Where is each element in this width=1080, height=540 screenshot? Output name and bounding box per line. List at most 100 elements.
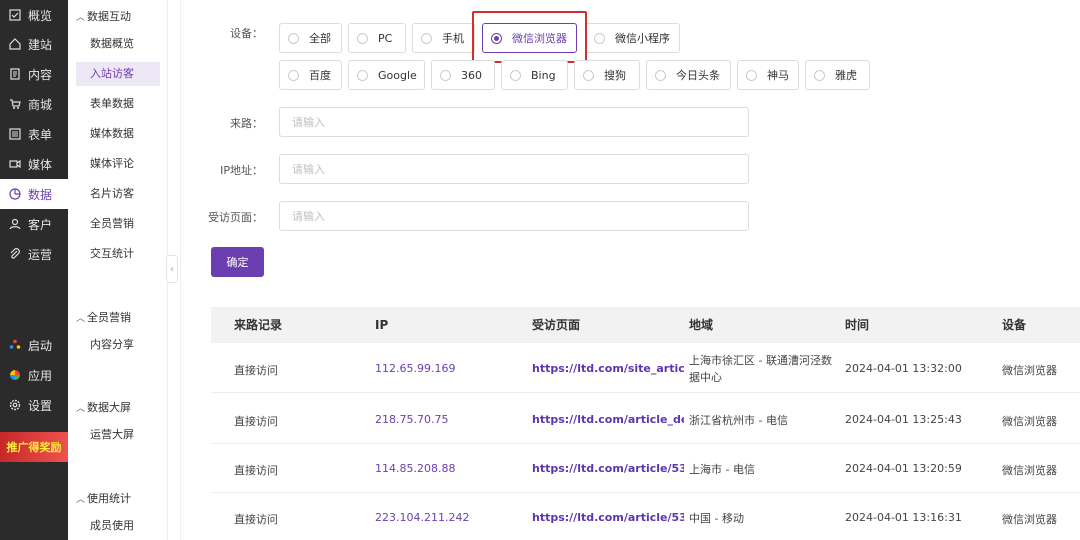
document-icon — [8, 67, 22, 81]
col-header-device[interactable]: 设备 — [1002, 307, 1026, 343]
submenu-item[interactable]: 运营大屏 — [76, 423, 160, 447]
device-radio-baidu[interactable]: 百度 — [279, 60, 342, 90]
cell-page-link[interactable]: https://ltd.com/article/53688 — [532, 462, 684, 475]
radio-label: 全部 — [309, 32, 331, 45]
submenu-group-usage[interactable]: ︿ 使用统计 — [76, 490, 131, 506]
nav-item-mall[interactable]: 商城 — [0, 89, 68, 119]
ip-label: IP地址： — [220, 164, 263, 177]
gear-icon — [8, 398, 22, 412]
radio-label: PC — [378, 31, 393, 45]
submenu-group-data-interaction[interactable]: ︿ 数据互动 — [76, 8, 131, 24]
nav-label: 应用 — [28, 368, 53, 383]
divider — [180, 0, 181, 540]
nav-item-data[interactable]: 数据 — [0, 179, 68, 209]
submenu-item[interactable]: 媒体数据 — [76, 122, 160, 146]
nav-label: 商城 — [28, 97, 53, 112]
cell-ip[interactable]: 218.75.70.75 — [375, 413, 448, 426]
nav-item-site[interactable]: 建站 — [0, 29, 68, 59]
nav-item-apps[interactable]: 应用 — [0, 360, 68, 390]
col-header-page[interactable]: 受访页面 — [532, 307, 580, 343]
device-radio-bing[interactable]: Bing — [501, 60, 568, 90]
radio-label: Google — [378, 68, 417, 82]
nav-item-operation[interactable]: 运营 — [0, 239, 68, 269]
main-nav: 概览 建站 内容 商城 表单 媒体 数据 客户 运营 启动 应用 设置 推广得奖… — [0, 0, 68, 540]
submenu-item[interactable]: 表单数据 — [76, 92, 160, 116]
cell-device: 微信浏览器 — [1002, 415, 1057, 428]
nav-label: 运营 — [28, 247, 53, 262]
submenu-item[interactable]: 内容分享 — [76, 333, 160, 357]
nav-item-customer[interactable]: 客户 — [0, 209, 68, 239]
col-header-region[interactable]: 地域 — [689, 307, 713, 343]
cell-device: 微信浏览器 — [1002, 513, 1057, 526]
chevron-left-icon: ‹ — [170, 263, 174, 275]
nav-item-launch[interactable]: 启动 — [0, 330, 68, 360]
source-input[interactable] — [279, 107, 749, 137]
col-header-ip[interactable]: IP — [375, 307, 388, 343]
submenu-item[interactable]: 媒体评论 — [76, 152, 160, 176]
radio-label: 微信小程序 — [615, 32, 670, 45]
cell-device: 微信浏览器 — [1002, 464, 1057, 477]
chevron-up-icon: ︿ — [76, 12, 86, 23]
radio-label: 雅虎 — [835, 69, 857, 82]
col-header-time[interactable]: 时间 — [845, 307, 869, 343]
page-input[interactable] — [279, 201, 749, 231]
cell-region: 浙江省杭州市 - 电信 — [689, 414, 788, 427]
submenu-item[interactable]: 名片访客 — [76, 182, 160, 206]
nav-item-overview[interactable]: 概览 — [0, 0, 68, 30]
ip-input[interactable] — [279, 154, 749, 184]
col-header-source[interactable]: 来路记录 — [234, 307, 282, 343]
radio-dot — [357, 32, 368, 44]
apps-icon — [8, 368, 22, 382]
submenu-item[interactable]: 全员营销 — [76, 212, 160, 236]
radio-label: 今日头条 — [676, 69, 720, 82]
radio-dot — [421, 32, 432, 44]
nav-item-media[interactable]: 媒体 — [0, 149, 68, 179]
radio-label: Bing — [531, 68, 556, 82]
device-radio-shenma[interactable]: 神马 — [737, 60, 799, 90]
device-radio-yahoo[interactable]: 雅虎 — [805, 60, 870, 90]
submenu-item-active[interactable]: 入站访客 — [76, 62, 160, 86]
cell-ip[interactable]: 114.85.208.88 — [375, 462, 455, 475]
device-radio-toutiao[interactable]: 今日头条 — [646, 60, 731, 90]
annotation-highlight-box — [472, 11, 587, 63]
nav-label: 概览 — [28, 8, 53, 23]
nav-item-settings[interactable]: 设置 — [0, 390, 68, 420]
chevron-up-icon: ︿ — [76, 313, 86, 324]
device-radio-pc[interactable]: PC — [348, 23, 406, 53]
device-radio-360[interactable]: 360 — [431, 60, 495, 90]
radio-label: 神马 — [767, 69, 789, 82]
cell-source: 直接访问 — [234, 464, 278, 477]
nav-item-form[interactable]: 表单 — [0, 119, 68, 149]
promo-banner[interactable]: 推广得奖励 — [0, 432, 68, 462]
cell-page-link[interactable]: https://ltd.com/article_detail/ — [532, 413, 684, 426]
cell-source: 直接访问 — [234, 513, 278, 526]
submenu-item[interactable]: 数据概览 — [76, 32, 160, 56]
radio-label: 360 — [461, 68, 482, 82]
device-radio-mobile[interactable]: 手机 — [412, 23, 475, 53]
collapse-sidebar-button[interactable]: ‹ — [166, 255, 178, 283]
overview-icon — [8, 8, 22, 22]
submenu-item[interactable]: 成员使用 — [76, 514, 160, 538]
submenu-item[interactable]: 交互统计 — [76, 242, 160, 266]
radio-dot — [746, 69, 757, 81]
group-title: 数据互动 — [87, 10, 132, 23]
cell-ip[interactable]: 223.104.211.242 — [375, 511, 469, 524]
cell-ip[interactable]: 112.65.99.169 — [375, 362, 455, 375]
nav-item-content[interactable]: 内容 — [0, 59, 68, 89]
chevron-up-icon: ︿ — [76, 403, 86, 414]
submit-button[interactable]: 确定 — [211, 247, 264, 277]
radio-dot — [655, 69, 666, 81]
cell-page-link[interactable]: https://ltd.com/site_article_de — [532, 362, 684, 375]
table-row: 直接访问 223.104.211.242 https://ltd.com/art… — [211, 493, 1080, 540]
device-radio-google[interactable]: Google — [348, 60, 425, 90]
cell-page-link[interactable]: https://ltd.com/article/53688 — [532, 511, 684, 524]
device-radio-wechat-miniprogram[interactable]: 微信小程序 — [585, 23, 680, 53]
submenu-group-marketing[interactable]: ︿ 全员营销 — [76, 309, 131, 325]
cart-icon — [8, 97, 22, 111]
group-title: 使用统计 — [87, 492, 132, 505]
nav-label: 数据 — [28, 187, 53, 202]
submenu-group-dashboard[interactable]: ︿ 数据大屏 — [76, 399, 131, 415]
table-header: 来路记录 IP 受访页面 地域 时间 设备 — [211, 307, 1080, 343]
device-radio-all[interactable]: 全部 — [279, 23, 342, 53]
device-radio-sogou[interactable]: 搜狗 — [574, 60, 640, 90]
